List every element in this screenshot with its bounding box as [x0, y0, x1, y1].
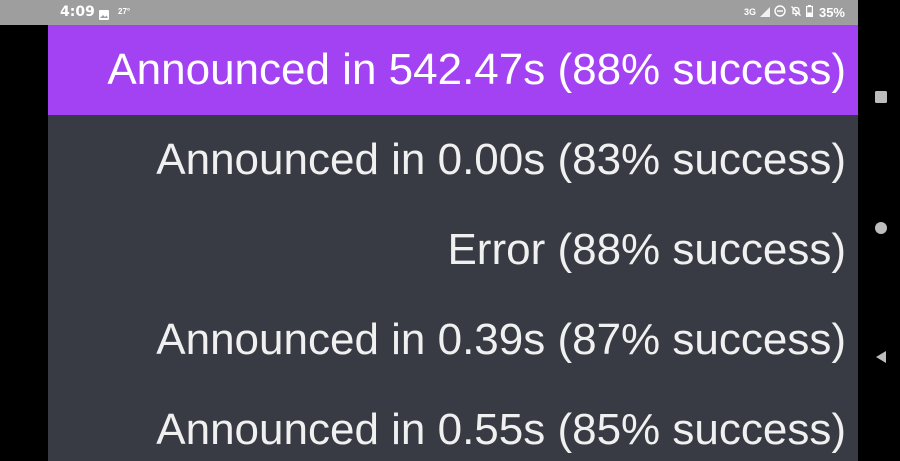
navigation-bar	[858, 0, 900, 461]
back-button[interactable]	[870, 348, 892, 370]
status-right-group: 3G 35%	[744, 3, 845, 21]
notifications-off-icon	[790, 5, 802, 20]
list-item-label: Error (88% success)	[447, 225, 846, 274]
list-item-label: Announced in 0.39s (87% success)	[156, 315, 846, 364]
list-item-label: Announced in 0.00s (83% success)	[156, 135, 846, 184]
list-item[interactable]: Announced in 542.47s (88% success)	[48, 25, 858, 115]
do-not-disturb-icon	[774, 4, 786, 20]
recents-icon	[874, 90, 888, 109]
list-item[interactable]: Announced in 0.55s (85% success)	[48, 385, 858, 461]
list-item[interactable]: Announced in 0.00s (83% success)	[48, 115, 858, 205]
image-icon	[99, 7, 109, 20]
list-item[interactable]: Announced in 0.39s (87% success)	[48, 295, 858, 385]
list-item-label: Announced in 0.55s (85% success)	[156, 405, 846, 454]
recents-button[interactable]	[870, 88, 892, 110]
network-type-label: 3G	[743, 7, 756, 17]
battery-percentage: 35%	[818, 4, 845, 20]
back-icon	[875, 350, 887, 369]
list-item[interactable]: Error (88% success)	[48, 205, 858, 295]
battery-icon	[805, 4, 813, 20]
signal-icon	[759, 5, 770, 20]
home-icon	[874, 221, 888, 240]
status-temperature: 27°	[118, 7, 131, 16]
announcement-list[interactable]: Announced in 542.47s (88% success) Annou…	[48, 25, 858, 461]
list-item-label: Announced in 542.47s (88% success)	[107, 45, 846, 94]
home-button[interactable]	[870, 219, 892, 241]
status-bar: 4:09 27° 3G 35%	[0, 0, 858, 25]
status-time: 4:09	[60, 4, 95, 20]
